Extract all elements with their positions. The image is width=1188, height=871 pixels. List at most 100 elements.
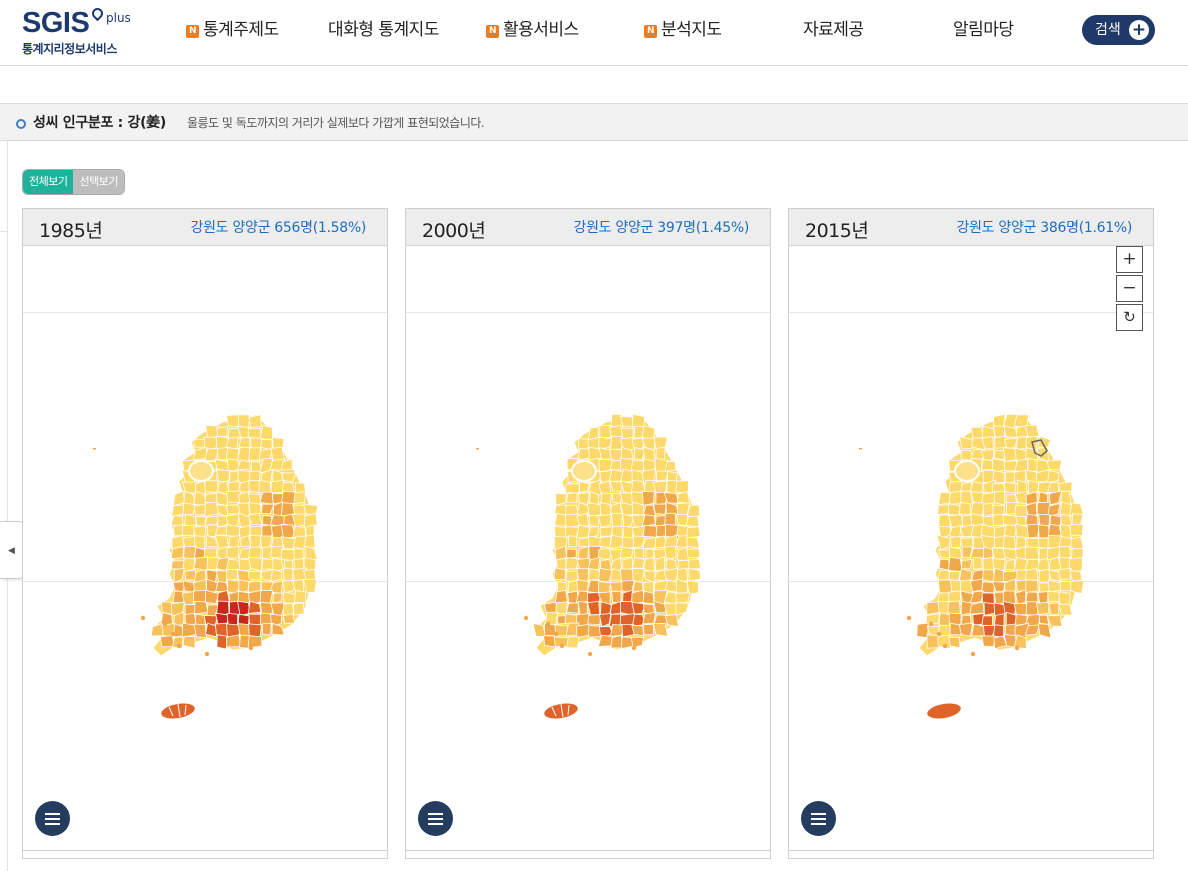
district-region[interactable] [1026, 523, 1041, 539]
island-region[interactable] [553, 631, 559, 637]
district-region[interactable] [982, 502, 995, 518]
district-region[interactable] [261, 558, 275, 570]
district-region[interactable] [598, 436, 613, 450]
island-region[interactable] [162, 621, 168, 627]
district-region[interactable] [588, 514, 600, 527]
district-region[interactable] [1003, 481, 1017, 494]
district-region[interactable] [675, 602, 690, 616]
district-region[interactable] [193, 556, 209, 572]
island-region[interactable] [176, 643, 182, 649]
district-region[interactable] [686, 579, 699, 595]
district-region[interactable] [971, 623, 985, 637]
district-region[interactable] [981, 435, 994, 450]
district-region[interactable] [194, 601, 209, 615]
district-region[interactable] [248, 414, 262, 428]
district-region[interactable] [948, 490, 962, 505]
nav-item-theme-maps[interactable]: N 통계주제도 [186, 18, 279, 42]
sgis-logo[interactable]: SGIS plus 통계지리정보서비스 [22, 5, 142, 58]
district-region[interactable] [553, 567, 566, 580]
district-region[interactable] [653, 436, 668, 449]
district-region[interactable] [925, 613, 941, 624]
district-region[interactable] [216, 426, 229, 438]
island-region[interactable] [140, 615, 146, 621]
district-region[interactable] [248, 470, 261, 483]
district-region[interactable] [937, 569, 951, 581]
district-region[interactable] [225, 558, 241, 572]
district-region[interactable] [182, 557, 196, 573]
district-region[interactable] [215, 469, 231, 483]
view-all-button[interactable]: 전체보기 [23, 170, 74, 194]
island-region[interactable] [204, 651, 210, 657]
panel-region-stat[interactable]: 강원도 양양군 386명(1.61%) [957, 217, 1133, 237]
district-region[interactable] [674, 592, 691, 604]
district-region[interactable] [687, 504, 701, 517]
island-region[interactable] [559, 643, 565, 649]
island-region[interactable] [93, 448, 96, 450]
district-region[interactable] [150, 623, 164, 637]
district-region[interactable] [566, 548, 577, 559]
island-region[interactable] [545, 621, 551, 627]
district-region[interactable] [293, 491, 306, 504]
district-region[interactable] [587, 614, 602, 626]
district-region[interactable] [215, 491, 229, 507]
district-region[interactable] [1070, 536, 1084, 551]
district-region[interactable] [173, 490, 186, 507]
district-region[interactable] [675, 514, 689, 526]
district-region[interactable] [294, 590, 307, 604]
zoom-out-button[interactable]: − [1116, 275, 1143, 302]
district-region[interactable] [961, 558, 973, 570]
district-region[interactable] [555, 493, 567, 506]
zoom-in-button[interactable]: + [1116, 246, 1143, 273]
district-region[interactable] [937, 579, 953, 594]
district-region[interactable] [1038, 513, 1050, 527]
district-region[interactable] [270, 446, 285, 462]
district-region[interactable] [182, 635, 196, 649]
korea-choropleth-map[interactable] [406, 246, 771, 850]
district-region[interactable] [654, 556, 665, 572]
district-region[interactable] [938, 491, 952, 506]
district-region[interactable] [248, 480, 261, 494]
district-region[interactable] [564, 483, 580, 495]
island-region[interactable] [170, 631, 176, 637]
district-region[interactable] [664, 545, 677, 561]
district-region[interactable] [632, 568, 646, 583]
view-select-button[interactable]: 선택보기 [73, 170, 124, 194]
district-region[interactable] [981, 458, 995, 471]
district-region[interactable] [237, 414, 251, 429]
district-region[interactable] [688, 567, 702, 582]
district-region[interactable] [565, 504, 580, 516]
district-region[interactable] [958, 622, 973, 637]
island-region[interactable] [587, 651, 593, 657]
district-region[interactable] [170, 546, 184, 560]
district-region[interactable] [183, 545, 197, 560]
district-region[interactable] [599, 536, 612, 549]
district-region[interactable] [1037, 557, 1051, 571]
legend-list-button[interactable] [35, 801, 70, 836]
nav-item-data[interactable]: 자료제공 [803, 18, 864, 42]
nav-item-notice[interactable]: 알림마당 [953, 18, 1014, 42]
district-region[interactable] [1046, 459, 1063, 471]
nav-item-services[interactable]: N 활용서비스 [486, 18, 579, 42]
district-region[interactable] [259, 491, 274, 505]
district-region[interactable] [685, 515, 700, 528]
panel-region-stat[interactable]: 강원도 양양군 656명(1.58%) [191, 217, 367, 237]
district-region[interactable] [981, 635, 997, 648]
district-region[interactable] [238, 558, 251, 572]
district-region[interactable] [203, 615, 218, 626]
district-region[interactable] [184, 612, 197, 626]
district-region[interactable] [567, 535, 577, 548]
island-region[interactable] [936, 631, 942, 637]
district-region[interactable] [983, 602, 996, 616]
district-region[interactable] [1014, 505, 1028, 518]
district-region[interactable] [226, 612, 239, 626]
korea-choropleth-map[interactable] [23, 246, 388, 850]
island-region[interactable] [928, 621, 934, 627]
korea-choropleth-map[interactable] [789, 246, 1154, 850]
district-region[interactable] [641, 491, 655, 506]
district-region[interactable] [226, 545, 240, 559]
district-region[interactable] [958, 502, 972, 516]
district-region[interactable] [557, 615, 567, 625]
island-region[interactable] [906, 615, 912, 621]
district-region[interactable] [204, 480, 219, 493]
district-region[interactable] [947, 503, 961, 516]
